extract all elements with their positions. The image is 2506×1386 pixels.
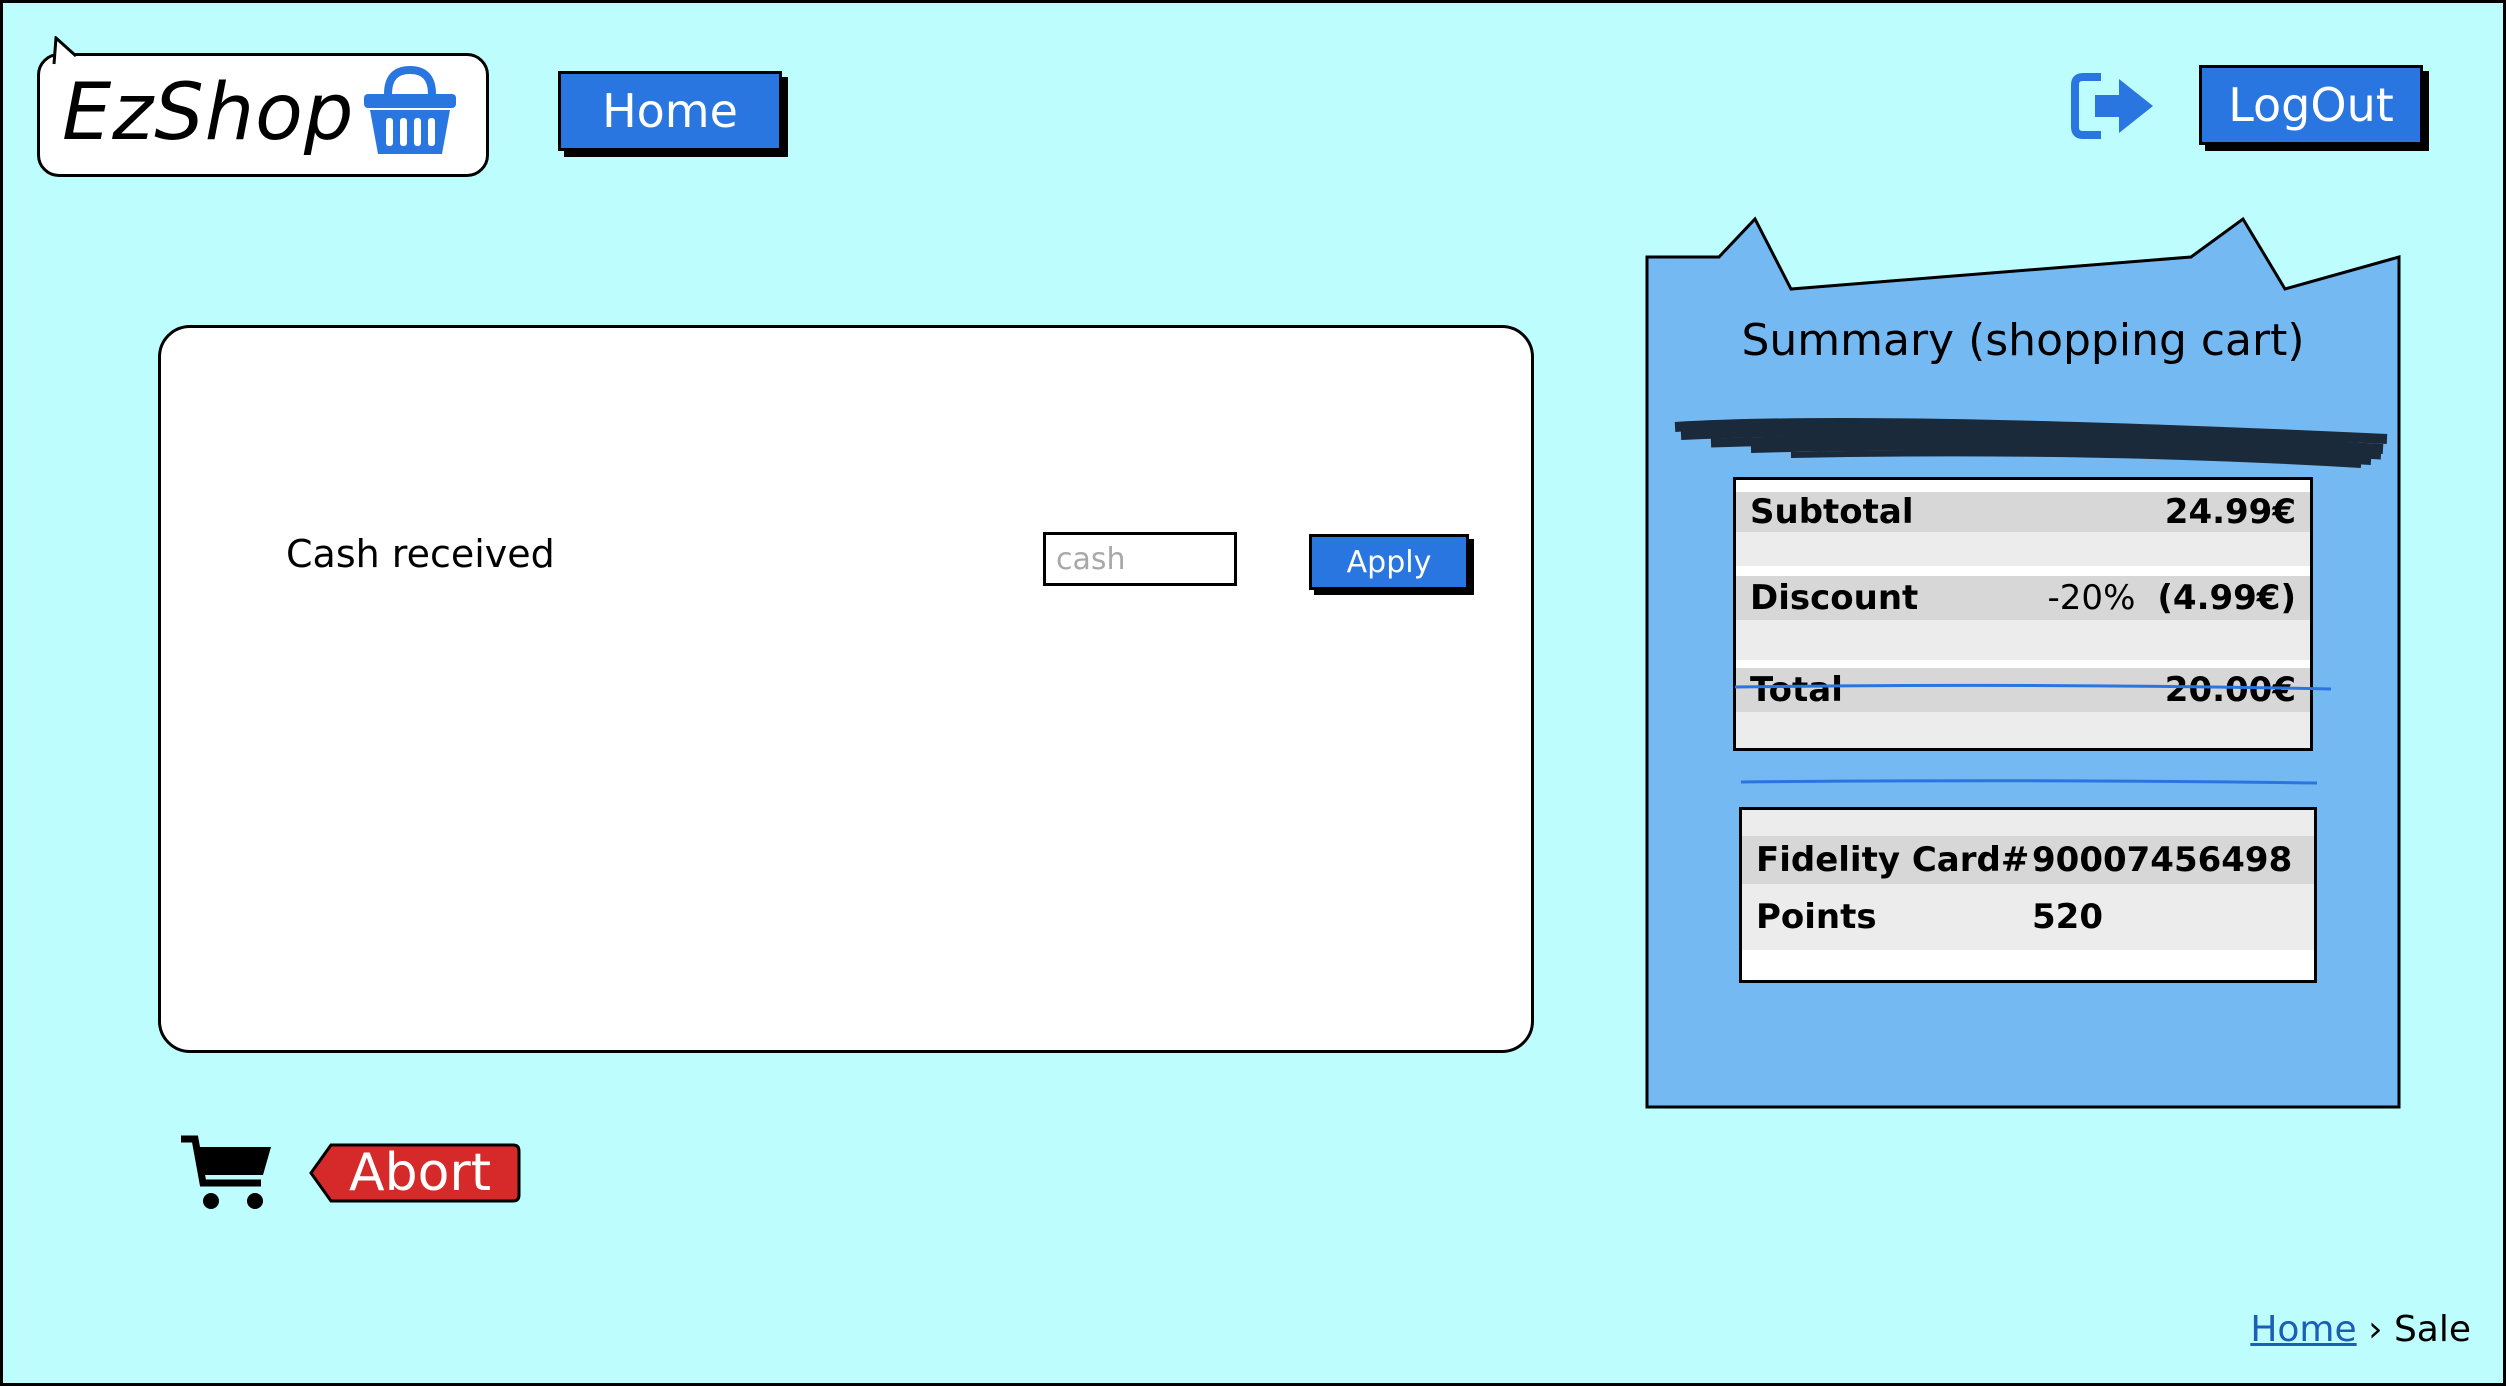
fidelity-card-label: Fidelity Card#	[1756, 840, 2030, 880]
cash-input[interactable]	[1043, 532, 1237, 586]
sign-out-icon[interactable]	[2071, 71, 2157, 141]
logo-text: EzShop	[62, 68, 355, 158]
divider-line	[1734, 683, 2332, 691]
basket-icon	[364, 65, 456, 154]
discount-label: Discount	[1750, 578, 1919, 618]
breadcrumb-home-link[interactable]: Home	[2250, 1309, 2356, 1350]
points-row: Points 520	[1742, 884, 2314, 950]
scribble-decoration	[1674, 418, 2388, 468]
breadcrumb-current: Sale	[2393, 1309, 2471, 1350]
logout-button[interactable]: LogOut	[2199, 65, 2423, 145]
home-button[interactable]: Home	[558, 71, 782, 151]
subtotal-value: 24.99€	[2164, 492, 2296, 532]
fidelity-card-value: 90007456498	[2032, 840, 2293, 880]
breadcrumb: Home › Sale	[2250, 1309, 2471, 1350]
logo-tail-decoration	[52, 36, 78, 65]
summary-card: Summary (shopping cart) Subtotal 24.99€ …	[1645, 203, 2401, 1109]
logo: EzShop	[37, 36, 489, 177]
apply-button[interactable]: Apply	[1309, 534, 1469, 590]
subtotal-label: Subtotal	[1750, 492, 1914, 532]
discount-value: (4.99€)	[2157, 578, 2296, 618]
abort-button[interactable]: Abort	[307, 1141, 521, 1205]
spacer-row	[1736, 532, 2310, 566]
spacer-row	[1742, 810, 2314, 836]
discount-percent: -20%	[2047, 578, 2136, 618]
fidelity-table: Fidelity Card# 90007456498 Points 520	[1739, 807, 2317, 983]
fidelity-row: Fidelity Card# 90007456498	[1742, 836, 2314, 884]
summary-title: Summary (shopping cart)	[1741, 315, 2305, 366]
points-label: Points	[1756, 897, 1877, 937]
app-window: EzShop Home LogOut Cash received Apply S…	[0, 0, 2506, 1386]
abort-label: Abort	[349, 1143, 492, 1203]
cart-icon[interactable]	[179, 1135, 275, 1215]
subtotal-row: Subtotal 24.99€	[1736, 492, 2310, 532]
discount-row: Discount -20% (4.99€)	[1736, 576, 2310, 620]
cash-received-label: Cash received	[286, 532, 555, 576]
breadcrumb-separator: ›	[2368, 1309, 2383, 1350]
payment-panel: Cash received Apply	[158, 325, 1534, 1053]
spacer-row	[1736, 620, 2310, 660]
points-value: 520	[2032, 897, 2103, 937]
spacer-row	[1736, 712, 2310, 748]
divider-line	[1740, 779, 2318, 785]
totals-table: Subtotal 24.99€ Discount -20% (4.99€) To…	[1733, 477, 2313, 751]
